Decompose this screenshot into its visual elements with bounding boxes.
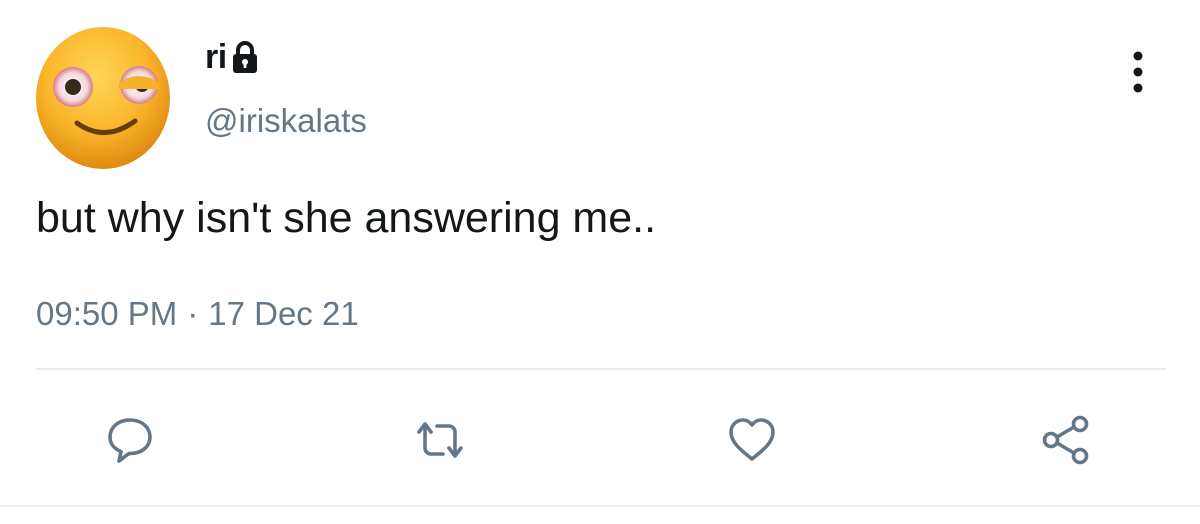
like-button[interactable] — [722, 412, 782, 468]
tweet-date: 17 Dec 21 — [208, 295, 359, 332]
lock-icon — [231, 40, 259, 75]
more-vertical-icon[interactable] — [1124, 48, 1152, 96]
author-name-row: ri — [205, 38, 259, 77]
retweet-icon — [417, 422, 463, 458]
user-handle[interactable]: @iriskalats — [205, 102, 367, 140]
reply-icon — [108, 418, 152, 463]
meta-separator: · — [187, 295, 199, 332]
reply-button[interactable] — [100, 412, 160, 468]
tweet-text: but why isn't she answering me.. — [36, 194, 657, 242]
bottom-border — [0, 505, 1200, 507]
share-icon — [1042, 415, 1089, 465]
avatar[interactable] — [35, 25, 171, 170]
retweet-button[interactable] — [410, 412, 470, 468]
display-name[interactable]: ri — [205, 38, 227, 77]
tweet-time: 09:50 PM — [36, 295, 178, 332]
heart-icon — [729, 418, 775, 461]
tweet-timestamp[interactable]: 09:50 PM · 17 Dec 21 — [36, 295, 359, 333]
divider — [36, 368, 1166, 370]
share-button[interactable] — [1036, 412, 1096, 468]
tweet-card: ri @iriskalats but why isn't she answeri… — [0, 0, 1200, 524]
flushed-smiling-face-emoji — [36, 27, 170, 169]
